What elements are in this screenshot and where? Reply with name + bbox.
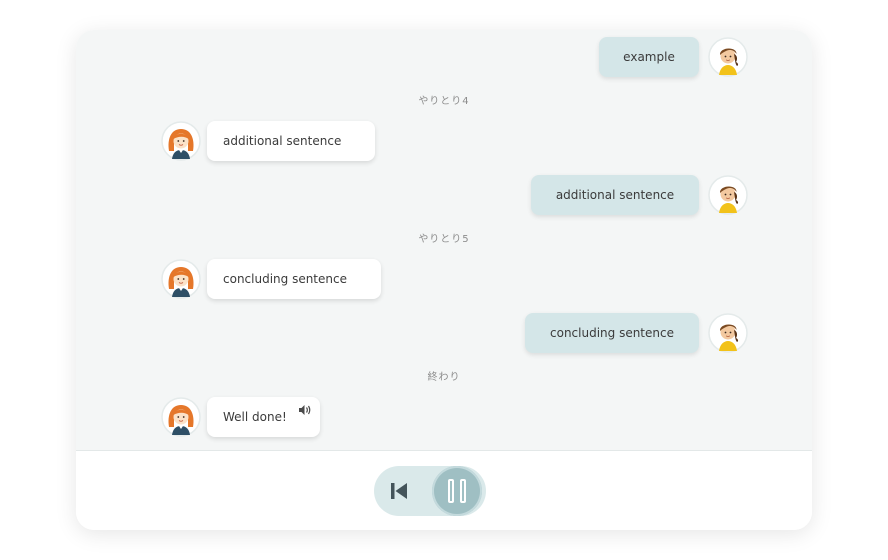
exchange-divider: やりとり4 bbox=[418, 96, 470, 107]
partner-message-bubble: additional sentence bbox=[207, 121, 375, 161]
user-message-bubble: concluding sentence bbox=[525, 313, 699, 353]
pause-icon bbox=[460, 479, 466, 503]
exchange-divider: やりとり5 bbox=[418, 234, 470, 245]
message-text: Well done! bbox=[223, 410, 287, 424]
pause-icon bbox=[448, 479, 454, 503]
girl-avatar-icon bbox=[161, 259, 201, 299]
boy-avatar-icon bbox=[708, 37, 748, 77]
user-message-bubble: example bbox=[599, 37, 699, 77]
message-text: concluding sentence bbox=[550, 326, 674, 340]
boy-avatar-icon bbox=[708, 175, 748, 215]
control-pill bbox=[374, 466, 486, 516]
boy-avatar-icon bbox=[708, 313, 748, 353]
partner-message-bubble: concluding sentence bbox=[207, 259, 381, 299]
message-text: concluding sentence bbox=[223, 272, 347, 286]
speaker-icon[interactable] bbox=[298, 404, 312, 416]
pause-button[interactable] bbox=[432, 466, 482, 516]
message-text: example bbox=[623, 50, 675, 64]
message-text: additional sentence bbox=[555, 188, 675, 202]
partner-message-bubble: Well done! bbox=[207, 397, 320, 437]
user-message-bubble: additional sentence bbox=[531, 175, 699, 215]
girl-avatar-icon bbox=[161, 397, 201, 437]
playback-controls bbox=[76, 451, 812, 530]
end-divider: 終わり bbox=[427, 372, 461, 383]
chat-card: example やりとり4 additional sentence additi… bbox=[76, 30, 812, 530]
skip-back-icon[interactable] bbox=[386, 478, 412, 504]
conversation-panel[interactable]: example やりとり4 additional sentence additi… bbox=[76, 30, 812, 451]
girl-avatar-icon bbox=[161, 121, 201, 161]
message-text: additional sentence bbox=[223, 134, 342, 148]
